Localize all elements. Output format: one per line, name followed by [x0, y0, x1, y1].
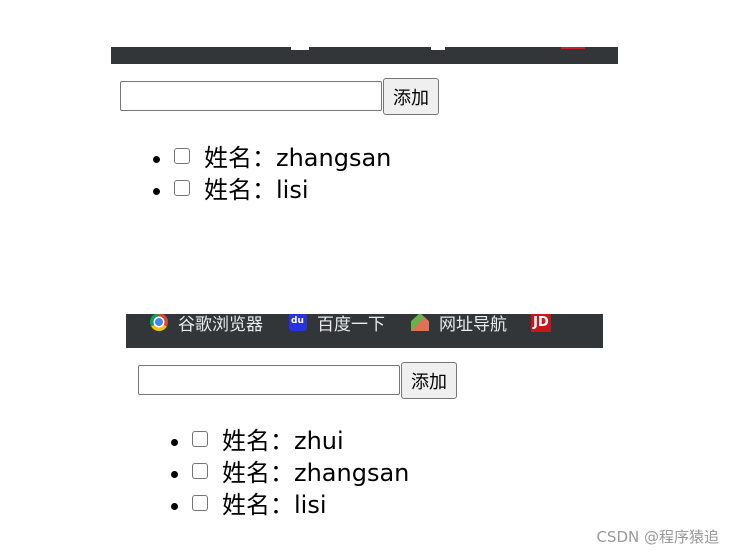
todo-checkbox[interactable] — [192, 463, 208, 479]
jd-icon: JD — [531, 314, 551, 332]
add-row: 添加 — [138, 362, 457, 399]
toolbar-remnant — [291, 47, 309, 50]
todo-app-after: 添加 姓名：zhui 姓名：zhangsan 姓名：lisi — [138, 362, 457, 521]
bookmark-chrome[interactable]: 谷歌浏览器 — [150, 314, 263, 335]
todo-item: 姓名：zhangsan — [192, 457, 457, 489]
bookmark-baidu[interactable]: 百度一下 — [289, 314, 385, 335]
bookmark-label: 谷歌浏览器 — [178, 314, 263, 335]
todo-item: 姓名：zhangsan — [174, 142, 439, 174]
todo-checkbox[interactable] — [174, 180, 190, 196]
todo-list: 姓名：zhui 姓名：zhangsan 姓名：lisi — [138, 425, 457, 521]
browser-toolbar-strip — [111, 47, 618, 64]
chrome-icon — [150, 314, 168, 331]
bookmark-jd[interactable]: JD — [531, 314, 551, 332]
todo-list: 姓名：zhangsan 姓名：lisi — [120, 142, 439, 206]
todo-item: 姓名：lisi — [192, 489, 457, 521]
todo-item-label: 姓名：zhangsan — [204, 144, 392, 172]
name-input[interactable] — [120, 81, 382, 111]
todo-item: 姓名：lisi — [174, 174, 439, 206]
add-row: 添加 — [120, 78, 439, 115]
add-button[interactable]: 添加 — [401, 362, 457, 399]
baidu-icon — [289, 314, 307, 331]
watermark: CSDN @程序猿追 — [596, 528, 719, 546]
bookmark-label: 百度一下 — [317, 314, 385, 335]
toolbar-remnant — [431, 47, 445, 50]
todo-checkbox[interactable] — [174, 148, 190, 164]
todo-item-label: 姓名：lisi — [222, 491, 327, 519]
name-input[interactable] — [138, 365, 400, 395]
todo-item-label: 姓名：zhangsan — [222, 459, 410, 487]
bookmark-site-nav[interactable]: 网址导航 — [411, 314, 507, 335]
add-button[interactable]: 添加 — [383, 78, 439, 115]
todo-item: 姓名：zhui — [192, 425, 457, 457]
toolbar-remnant — [561, 47, 585, 49]
todo-item-label: 姓名：zhui — [222, 427, 344, 455]
bookmark-label: 网址导航 — [439, 314, 507, 335]
todo-checkbox[interactable] — [192, 431, 208, 447]
todo-item-label: 姓名：lisi — [204, 176, 309, 204]
bookmarks-bar: 谷歌浏览器 百度一下 网址导航 JD — [126, 314, 603, 348]
todo-checkbox[interactable] — [192, 495, 208, 511]
todo-app-before: 添加 姓名：zhangsan 姓名：lisi — [120, 78, 439, 206]
site-nav-icon — [411, 314, 429, 331]
